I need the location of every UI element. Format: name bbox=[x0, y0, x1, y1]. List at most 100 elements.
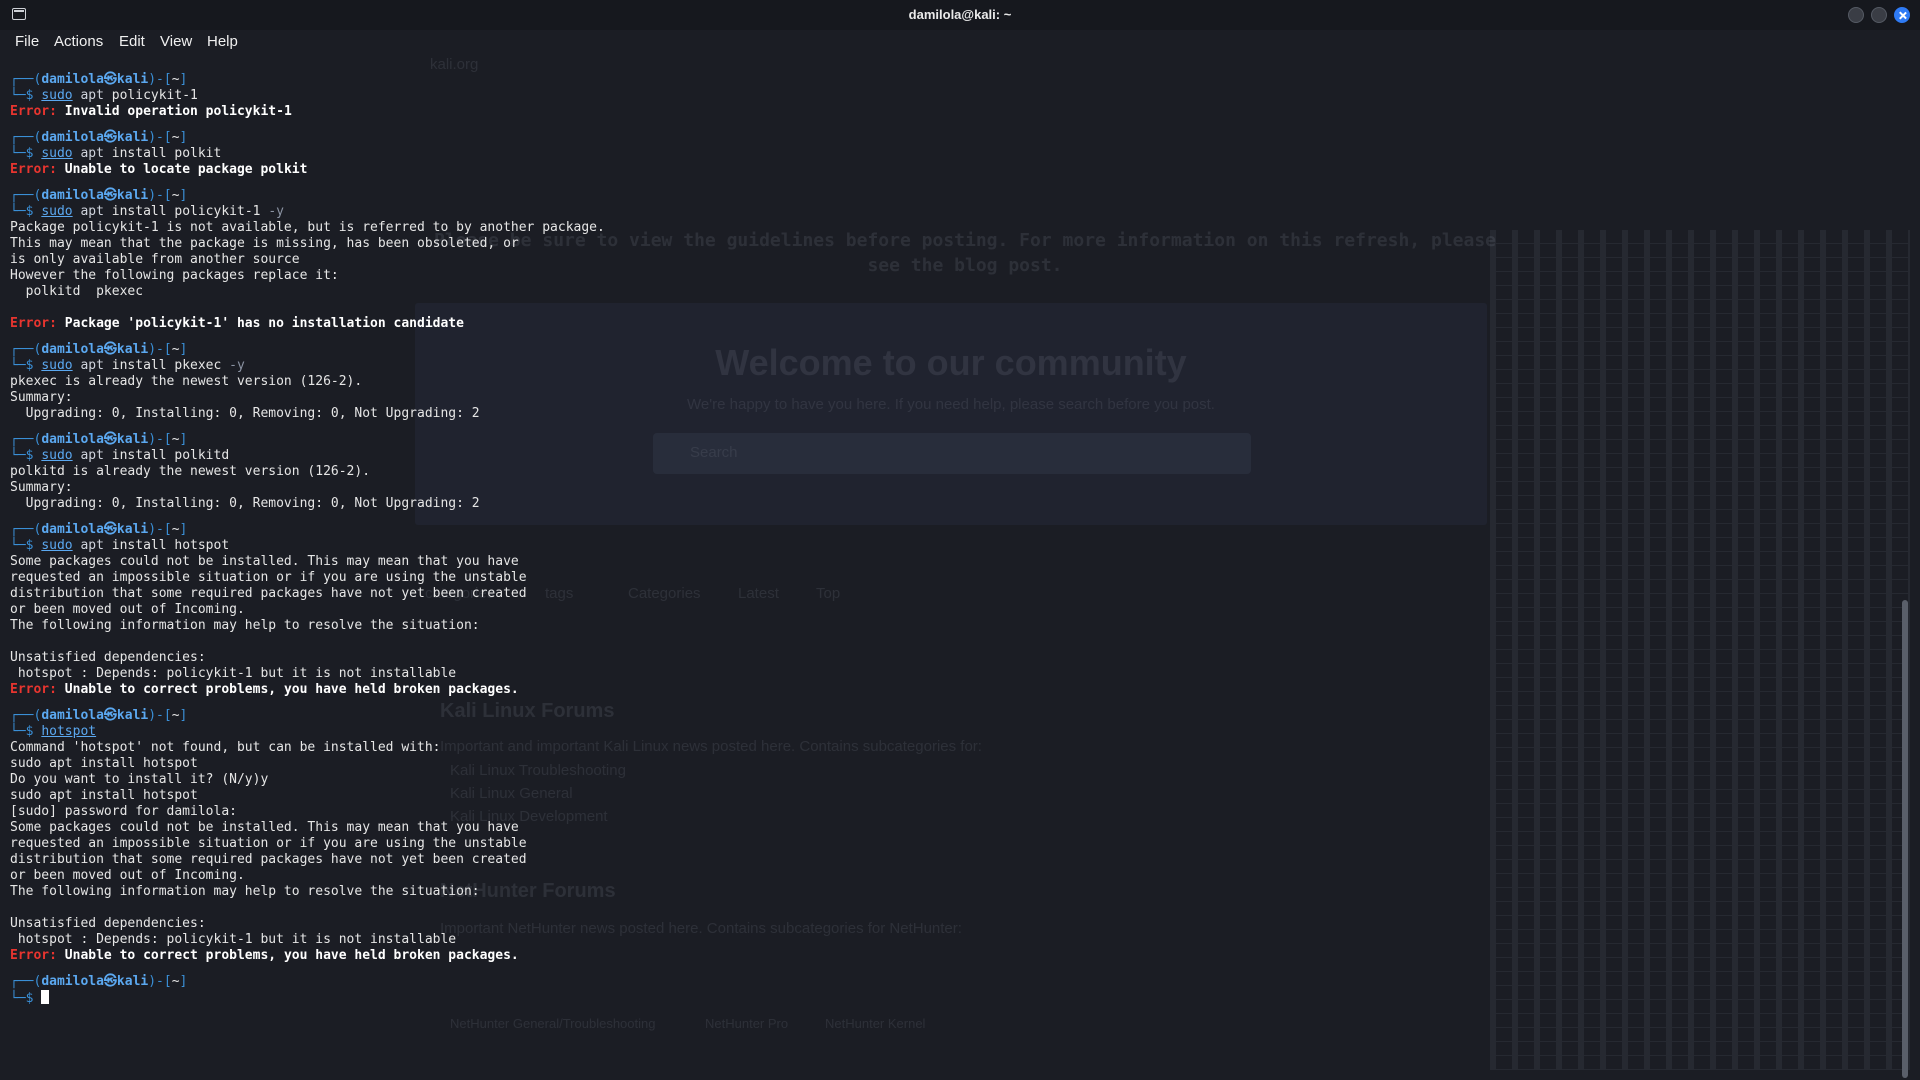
output-line: is only available from another source bbox=[10, 252, 300, 267]
command-line: └─$ sudo apt install hotspot bbox=[10, 538, 229, 554]
error-message: Unable to correct problems, you have hel… bbox=[64, 682, 519, 697]
command-option: -y bbox=[268, 204, 284, 219]
window-titlebar[interactable]: damilola@kali: ~ bbox=[0, 0, 1920, 30]
menu-file[interactable]: File bbox=[15, 33, 39, 50]
prompt-frame: )-[ bbox=[148, 342, 172, 357]
error-line: Error: Unable to locate package polkit bbox=[10, 162, 307, 178]
prompt-user: damilola㉿kali bbox=[41, 432, 149, 447]
output-line: Summary: bbox=[10, 390, 73, 405]
command-args: install polkit bbox=[111, 146, 222, 161]
output-line: sudo apt install hotspot bbox=[10, 756, 198, 771]
output-line: polkitd pkexec bbox=[10, 284, 144, 299]
prompt-frame: └─$ bbox=[10, 991, 42, 1006]
error-label: Error: bbox=[10, 162, 57, 177]
prompt-frame: ┌──( bbox=[10, 522, 42, 537]
prompt-user: damilola㉿kali bbox=[41, 342, 149, 357]
command-args: policykit-1 bbox=[111, 88, 198, 103]
output-line: Some packages could not be installed. Th… bbox=[10, 820, 519, 835]
minimize-icon[interactable] bbox=[1848, 7, 1864, 23]
prompt-user: damilola㉿kali bbox=[41, 522, 149, 537]
error-message: Invalid operation policykit-1 bbox=[64, 104, 292, 119]
output-line: Upgrading: 0, Installing: 0, Removing: 0… bbox=[10, 406, 480, 421]
command-name: sudo bbox=[41, 448, 73, 463]
command-sub: apt bbox=[80, 538, 104, 553]
menu-help[interactable]: Help bbox=[207, 33, 238, 50]
window-title: damilola@kali: ~ bbox=[908, 7, 1012, 22]
prompt-user: damilola㉿kali bbox=[41, 72, 149, 87]
prompt-user: damilola㉿kali bbox=[41, 188, 149, 203]
prompt-frame: )-[ bbox=[148, 708, 172, 723]
command-args: install polkitd bbox=[111, 448, 230, 463]
prompt-frame: ] bbox=[179, 974, 188, 989]
output-line: Unsatisfied dependencies: bbox=[10, 650, 206, 665]
output-line: The following information may help to re… bbox=[10, 884, 480, 899]
command-line: └─$ sudo apt install pkexec -y bbox=[10, 358, 245, 374]
command-line: └─$ sudo apt policykit-1 bbox=[10, 88, 198, 104]
prompt-frame: └─$ bbox=[10, 538, 42, 553]
command-name: hotspot bbox=[41, 724, 97, 739]
prompt-line: ┌──(damilola㉿kali)-[~] bbox=[10, 432, 187, 448]
command-name: sudo bbox=[41, 88, 73, 103]
command-line: └─$ hotspot bbox=[10, 724, 96, 740]
output-line: distribution that some required packages… bbox=[10, 852, 527, 867]
prompt-dir: ~ bbox=[171, 72, 180, 87]
text-cursor[interactable] bbox=[41, 990, 50, 1004]
prompt-dir: ~ bbox=[171, 708, 180, 723]
prompt-line: ┌──(damilola㉿kali)-[~] bbox=[10, 72, 187, 88]
command-args: install policykit-1 bbox=[111, 204, 261, 219]
output-line: requested an impossible situation or if … bbox=[10, 570, 527, 585]
prompt-frame: └─$ bbox=[10, 358, 42, 373]
prompt-frame: )-[ bbox=[148, 130, 172, 145]
maximize-icon[interactable] bbox=[1871, 7, 1887, 23]
prompt-dir: ~ bbox=[171, 188, 180, 203]
terminal-scrollbar[interactable] bbox=[1902, 600, 1908, 1078]
error-line: Error: Package 'policykit-1' has no inst… bbox=[10, 316, 464, 332]
output-line: pkexec is already the newest version (12… bbox=[10, 374, 363, 389]
prompt-frame: ] bbox=[179, 130, 188, 145]
prompt-line: ┌──(damilola㉿kali)-[~] bbox=[10, 708, 187, 724]
output-line: Do you want to install it? (N/y)y bbox=[10, 772, 269, 787]
prompt-frame: ┌──( bbox=[10, 130, 42, 145]
prompt-frame: ┌──( bbox=[10, 342, 42, 357]
error-message: Unable to locate package polkit bbox=[64, 162, 308, 177]
prompt-frame: )-[ bbox=[148, 432, 172, 447]
output-line: or been moved out of Incoming. bbox=[10, 868, 245, 883]
output-line: [sudo] password for damilola: bbox=[10, 804, 237, 819]
bg-url: kali.org bbox=[430, 56, 479, 73]
prompt-frame: )-[ bbox=[148, 522, 172, 537]
prompt-frame: ] bbox=[179, 188, 188, 203]
output-line: The following information may help to re… bbox=[10, 618, 480, 633]
prompt-frame: └─$ bbox=[10, 88, 42, 103]
close-icon[interactable] bbox=[1894, 7, 1910, 23]
prompt-frame: ┌──( bbox=[10, 974, 42, 989]
output-line: Package policykit-1 is not available, bu… bbox=[10, 220, 605, 235]
prompt-frame: ] bbox=[179, 342, 188, 357]
output-line: Command 'hotspot' not found, but can be … bbox=[10, 740, 441, 755]
menu-actions[interactable]: Actions bbox=[54, 33, 103, 50]
prompt-line: ┌──(damilola㉿kali)-[~] bbox=[10, 974, 187, 990]
command-name: sudo bbox=[41, 146, 73, 161]
error-line: Error: Invalid operation policykit-1 bbox=[10, 104, 292, 120]
command-name: sudo bbox=[41, 204, 73, 219]
prompt-frame: └─$ bbox=[10, 204, 42, 219]
menu-view[interactable]: View bbox=[160, 33, 192, 50]
prompt-line: ┌──(damilola㉿kali)-[~] bbox=[10, 522, 187, 538]
menu-edit[interactable]: Edit bbox=[119, 33, 145, 50]
command-sub: apt bbox=[80, 146, 104, 161]
prompt-frame: )-[ bbox=[148, 188, 172, 203]
command-args: install hotspot bbox=[111, 538, 230, 553]
output-line: Summary: bbox=[10, 480, 73, 495]
command-line: └─$ sudo apt install polkitd bbox=[10, 448, 229, 464]
prompt-frame: ┌──( bbox=[10, 72, 42, 87]
command-name: sudo bbox=[41, 358, 73, 373]
prompt-user: damilola㉿kali bbox=[41, 974, 149, 989]
menu-bar: File Actions Edit View Help bbox=[0, 30, 1920, 54]
command-line: └─$ sudo apt install policykit-1 -y bbox=[10, 204, 284, 220]
prompt-frame: )-[ bbox=[148, 72, 172, 87]
command-line: └─$ sudo apt install polkit bbox=[10, 146, 221, 162]
prompt-line: ┌──(damilola㉿kali)-[~] bbox=[10, 188, 187, 204]
terminal-output[interactable]: ┌──(damilola㉿kali)-[~] └─$ sudo apt polic… bbox=[10, 72, 1890, 1072]
prompt-frame: ┌──( bbox=[10, 432, 42, 447]
error-label: Error: bbox=[10, 682, 57, 697]
prompt-frame: ┌──( bbox=[10, 708, 42, 723]
